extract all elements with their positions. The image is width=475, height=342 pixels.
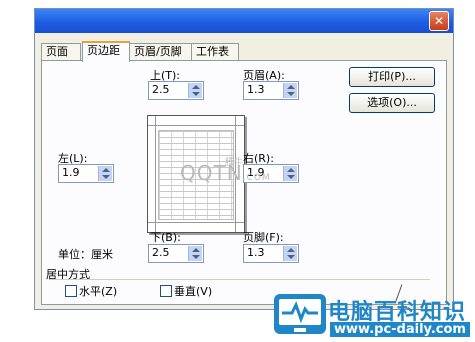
footer-margin-stepper[interactable]: 1.3	[243, 244, 299, 263]
center-vertical-checkbox[interactable]	[160, 285, 172, 297]
top-margin-value: 2.5	[152, 83, 170, 96]
left-margin-spin-buttons[interactable]	[98, 166, 112, 181]
spin-down-icon	[102, 175, 110, 179]
footer-margin-value: 1.3	[247, 246, 265, 259]
top-margin-spin-buttons[interactable]	[188, 83, 202, 98]
footer-guide	[148, 222, 244, 223]
tab-header-footer[interactable]: 页眉/页脚	[129, 43, 194, 60]
bottom-margin-spin-buttons[interactable]	[188, 246, 202, 261]
title-bar[interactable]: ✕	[35, 9, 453, 33]
tab-page[interactable]: 页面	[41, 43, 81, 60]
footer-margin-label: 页脚(F):	[243, 231, 284, 244]
spin-up-icon	[287, 248, 295, 252]
options-button[interactable]: 选项(O)...	[349, 93, 435, 113]
left-guide	[155, 116, 156, 232]
header-margin-spin-buttons[interactable]	[283, 83, 297, 98]
spin-down-icon	[192, 92, 200, 96]
close-button[interactable]: ✕	[429, 11, 449, 31]
bottom-margin-stepper[interactable]: 2.5	[148, 244, 204, 263]
qqtn-watermark-subtitle: 腾牛	[225, 158, 244, 168]
pulse-icon	[282, 301, 318, 324]
spin-up-icon	[287, 85, 295, 89]
header-margin-stepper[interactable]: 1.3	[243, 81, 299, 100]
bottom-margin-value: 2.5	[152, 246, 170, 259]
center-vertical-label: 垂直(V)	[174, 285, 213, 298]
spin-up-icon	[192, 85, 200, 89]
footer-margin-spin-buttons[interactable]	[283, 246, 297, 261]
bottom-margin-label: 下(B):	[150, 231, 181, 244]
left-margin-value: 1.9	[62, 166, 80, 179]
spin-down-icon	[192, 255, 200, 259]
spin-down-icon	[287, 255, 295, 259]
header-guide	[148, 125, 244, 126]
left-margin-stepper[interactable]: 1.9	[58, 164, 114, 183]
print-button[interactable]: 打印(P)...	[349, 67, 435, 87]
spin-up-icon	[287, 168, 295, 172]
top-margin-stepper[interactable]: 2.5	[148, 81, 204, 100]
unit-label: 单位：厘米	[58, 248, 113, 261]
brand-url: www.pc-daily.com	[330, 322, 470, 337]
spin-down-icon	[287, 175, 295, 179]
page-setup-dialog: ✕ 页面 页边距 页眉/页脚 工作表 上(T): 2.5 页眉(A): 1.3 …	[34, 8, 454, 310]
right-margin-spin-buttons[interactable]	[283, 166, 297, 181]
spin-down-icon	[287, 92, 295, 96]
close-icon: ✕	[433, 14, 445, 28]
monitor-icon	[274, 294, 326, 334]
tab-sheet[interactable]: 工作表	[191, 43, 239, 60]
spin-up-icon	[192, 248, 200, 252]
header-margin-value: 1.3	[247, 83, 265, 96]
center-horizontal-checkbox[interactable]	[65, 285, 77, 297]
center-group-divider	[50, 279, 430, 280]
tab-margins[interactable]: 页边距	[82, 41, 130, 62]
center-horizontal-label: 水平(Z)	[79, 285, 118, 298]
spin-up-icon	[102, 168, 110, 172]
brand-watermark: 电脑百科知识 www.pc-daily.com	[270, 290, 475, 342]
